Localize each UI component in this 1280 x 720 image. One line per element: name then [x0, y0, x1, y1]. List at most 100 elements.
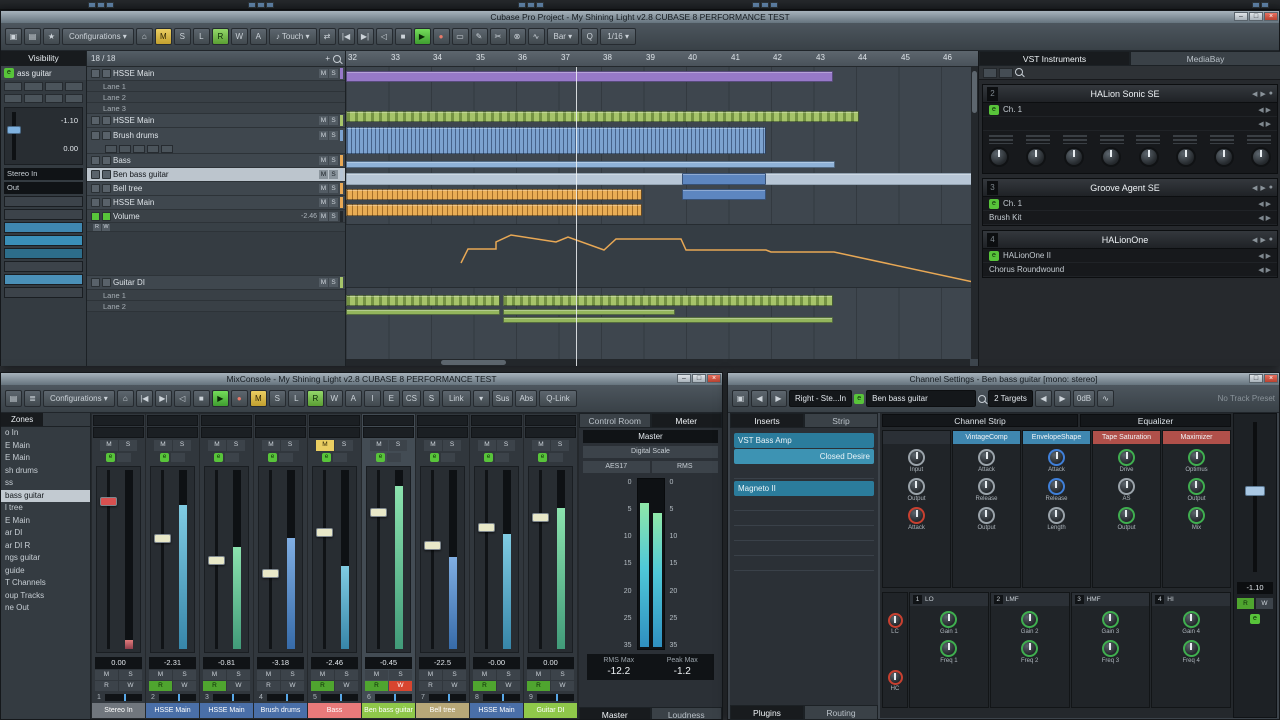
read-button[interactable]: R	[149, 681, 172, 691]
record-enable-icon[interactable]	[102, 116, 111, 125]
input-routing-slot[interactable]	[363, 415, 414, 426]
channel-strip-header[interactable]: Channel Strip	[882, 414, 1078, 427]
maximize-button[interactable]: □	[1249, 374, 1263, 383]
search-icon[interactable]	[333, 54, 341, 63]
scrollbar-thumb[interactable]	[972, 71, 977, 113]
output-routing-slot[interactable]	[309, 427, 360, 438]
edit-channel-button[interactable]: e	[214, 453, 223, 462]
mute-button[interactable]: M	[154, 440, 172, 451]
input-routing-slot[interactable]	[525, 415, 576, 426]
toolbar-button[interactable]: CS	[401, 390, 421, 407]
strip-module[interactable]: EnvelopeShape Attack Release Length	[1022, 430, 1091, 588]
eq-freq-knob[interactable]	[940, 640, 958, 657]
module-title[interactable]: Maximizer	[1163, 431, 1230, 444]
panel-tab[interactable]: Strip	[804, 413, 878, 428]
solo-button[interactable]: W	[102, 223, 110, 231]
quick-control-knob[interactable]	[1176, 147, 1197, 167]
solo-button[interactable]: S	[551, 670, 574, 680]
module-knob[interactable]	[1117, 507, 1135, 524]
record-enable-icon[interactable]	[102, 170, 111, 179]
record-enable-icon[interactable]	[102, 156, 111, 165]
module-knob[interactable]	[907, 478, 925, 495]
input-routing[interactable]: Stereo In	[4, 168, 83, 180]
channel-list-item[interactable]: E Main	[1, 452, 90, 465]
channel-list-item[interactable]: ngs guitar	[1, 552, 90, 565]
maximize-button[interactable]: □	[692, 374, 706, 383]
record-enable-icon[interactable]	[102, 278, 111, 287]
solo-button[interactable]: S	[443, 440, 461, 451]
mixer-channel-strip[interactable]: M S e 0.00 M S	[524, 414, 577, 718]
preset-arrows[interactable]: ◀ ▶	[1258, 106, 1271, 114]
track-row[interactable]: Guitar DI M S	[87, 276, 345, 290]
clip[interactable]	[346, 127, 766, 154]
rack-list-icon[interactable]	[999, 68, 1013, 78]
channel-list-item[interactable]: ar DI	[1, 527, 90, 540]
toolbar-button[interactable]: Configurations ▾	[62, 28, 134, 45]
output-routing-slot[interactable]	[93, 427, 144, 438]
toolbar-button[interactable]: ●	[432, 28, 450, 45]
write-button[interactable]: W	[335, 681, 358, 691]
insert-preset-name[interactable]: Closed Desire	[734, 449, 874, 464]
toolbar-button[interactable]: L	[287, 390, 305, 407]
solo-button[interactable]: S	[329, 184, 338, 193]
inspector-track-name[interactable]: e ass guitar	[1, 66, 86, 80]
mute-button[interactable]: M	[203, 670, 226, 680]
pan-control[interactable]	[159, 693, 196, 701]
panel-tab[interactable]: VST Instruments	[979, 51, 1130, 66]
fader-handle[interactable]	[100, 496, 117, 506]
edit-channel-button[interactable]: e	[376, 453, 385, 462]
eq-band-number[interactable]: 1	[913, 595, 922, 604]
toolbar-button[interactable]: ▣	[5, 28, 22, 45]
edit-channel-button[interactable]: e	[430, 453, 439, 462]
module-knob[interactable]	[1047, 507, 1065, 524]
mute-button[interactable]: M	[95, 670, 118, 680]
solo-button[interactable]: S	[389, 670, 412, 680]
channel-name-label[interactable]: Bell tree	[416, 703, 469, 718]
eq-band-type[interactable]: HMF	[1087, 596, 1101, 603]
insert-plugin-name[interactable]	[734, 498, 874, 511]
eq-gain-knob[interactable]	[1101, 611, 1119, 628]
toolbar-button[interactable]: S	[173, 28, 191, 45]
clip[interactable]	[682, 173, 766, 185]
clip[interactable]	[346, 295, 500, 306]
solo-button[interactable]: S	[281, 670, 304, 680]
read-button[interactable]: R	[527, 681, 550, 691]
panel-tab[interactable]: Control Room	[579, 413, 651, 428]
next-target-button[interactable]: ▶	[1053, 390, 1071, 407]
module-title[interactable]: VintageComp	[953, 431, 1020, 444]
mute-button[interactable]: M	[419, 670, 442, 680]
mute-button[interactable]: M	[208, 440, 226, 451]
solo-button[interactable]: S	[497, 440, 515, 451]
toolbar-button[interactable]: |◀	[135, 390, 153, 407]
tab-zones[interactable]: Zones	[1, 413, 44, 426]
track-row[interactable]: Bass M S	[87, 154, 345, 168]
edit-instrument-button[interactable]: e	[989, 104, 999, 115]
close-button[interactable]: ×	[1264, 374, 1278, 383]
channel-list-item[interactable]: E Main	[1, 515, 90, 528]
quick-control-knob[interactable]	[1138, 147, 1159, 167]
panel-tab[interactable]: Master	[579, 707, 651, 719]
insert-plugin-name[interactable]	[734, 543, 874, 556]
clip[interactable]	[346, 204, 642, 216]
clip[interactable]	[346, 161, 835, 168]
write-button[interactable]: W	[497, 681, 520, 691]
rack-header[interactable]: 2 HALion Sonic SE ◀ ▶ ●	[983, 85, 1277, 103]
module-knob[interactable]	[908, 507, 925, 524]
toolbar-button[interactable]: ▶|	[356, 28, 374, 45]
rms-button[interactable]: RMS	[651, 461, 718, 473]
channel-list-item[interactable]: o In	[1, 427, 90, 440]
channel-name-label[interactable]: Stereo In	[92, 703, 145, 718]
solo-button[interactable]: S	[173, 440, 191, 451]
read-button[interactable]: R	[311, 681, 334, 691]
toolbar-button[interactable]: Abs	[515, 390, 538, 407]
channel-name-label[interactable]: HSSE Main	[200, 703, 253, 718]
channel-list-item[interactable]: bass guitar	[1, 489, 90, 502]
clip[interactable]	[503, 309, 675, 315]
channel-list-item[interactable]: ss	[1, 477, 90, 490]
mixer-channel-strip[interactable]: M S e -22.5 M S R W 7 Bell tree	[416, 414, 469, 718]
volume-fader-handle[interactable]	[7, 126, 21, 134]
eq-freq-knob[interactable]	[1182, 640, 1200, 657]
toolbar-button[interactable]: ▾	[472, 390, 490, 407]
read-button[interactable]: R	[419, 681, 442, 691]
toolbar-button[interactable]: S	[422, 390, 440, 407]
